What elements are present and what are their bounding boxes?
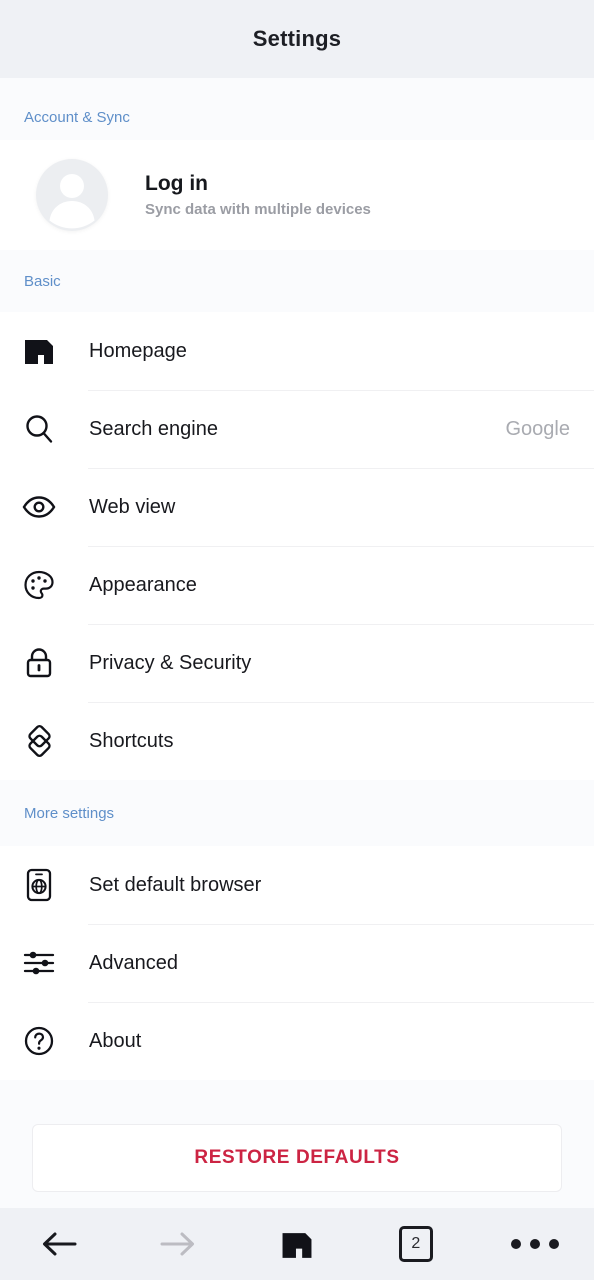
bottom-navigation-bar: 2 [0,1208,594,1280]
settings-row-label: Homepage [89,339,187,362]
settings-row-about[interactable]: About [0,1002,594,1080]
settings-row-value: Google [505,417,571,440]
eye-icon [20,488,58,526]
section-label-more: More settings [24,804,115,822]
nav-back-button[interactable] [0,1208,119,1280]
section-label-basic: Basic [24,272,61,290]
settings-row-label: Web view [89,495,176,518]
settings-row-label: Shortcuts [89,729,174,752]
settings-row-web-view[interactable]: Web view [0,468,594,546]
phone-globe-icon [20,866,58,904]
search-icon [20,410,58,448]
account-title: Log in [145,172,208,195]
footer-area: RESTORE DEFAULTS [0,1080,594,1208]
tab-counter: 2 [398,1226,433,1262]
nav-home-button[interactable] [238,1208,357,1280]
settings-row-label: About [89,1029,142,1052]
more-dots-icon [510,1239,559,1249]
settings-row-privacy-security[interactable]: Privacy & Security [0,624,594,702]
sliders-icon [20,944,58,982]
page-title: Settings [252,26,342,51]
account-text-block: Log in Sync data with multiple devices [145,172,371,218]
settings-scroll-body: Account & Sync Log in Sync data with mul… [0,78,594,1208]
layers-diamond-icon [20,722,58,760]
section-label-account: Account & Sync [24,109,130,126]
question-circle-icon [20,1022,58,1060]
maxthon-logo-icon [280,1229,314,1260]
settings-row-label: Search engine [89,417,218,440]
arrow-right-icon [158,1229,198,1259]
settings-screen: Settings Account & Sync Log in Sync data… [0,0,594,1280]
account-subtitle: Sync data with multiple devices [145,201,371,218]
arrow-left-icon [39,1229,79,1259]
person-avatar-icon [36,159,108,231]
settings-row-set-default-browser[interactable]: Set default browser [0,846,594,924]
settings-row-search-engine[interactable]: Search engine Google [0,390,594,468]
settings-row-advanced[interactable]: Advanced [0,924,594,1002]
section-header-basic: Basic [0,250,594,312]
section-header-account: Account & Sync [0,78,594,140]
section-header-more: More settings [0,780,594,846]
more-settings-list: Set default browser Advanced About [0,846,594,1080]
settings-row-homepage[interactable]: Homepage [0,312,594,390]
nav-forward-button[interactable] [119,1208,238,1280]
nav-tabs-button[interactable]: 2 [356,1208,475,1280]
account-login-row[interactable]: Log in Sync data with multiple devices [0,140,594,250]
settings-row-label: Advanced [89,951,178,974]
settings-row-label: Privacy & Security [89,651,252,674]
settings-row-label: Set default browser [89,873,262,896]
maxthon-logo-icon [20,332,58,370]
title-bar: Settings [0,0,594,78]
lock-icon [20,644,58,682]
basic-settings-list: Homepage Search engine Google Web view A… [0,312,594,780]
palette-icon [20,566,58,604]
settings-row-appearance[interactable]: Appearance [0,546,594,624]
settings-row-shortcuts[interactable]: Shortcuts [0,702,594,780]
nav-menu-button[interactable] [475,1208,594,1280]
settings-row-label: Appearance [89,573,197,596]
restore-defaults-button[interactable]: RESTORE DEFAULTS [32,1124,562,1192]
